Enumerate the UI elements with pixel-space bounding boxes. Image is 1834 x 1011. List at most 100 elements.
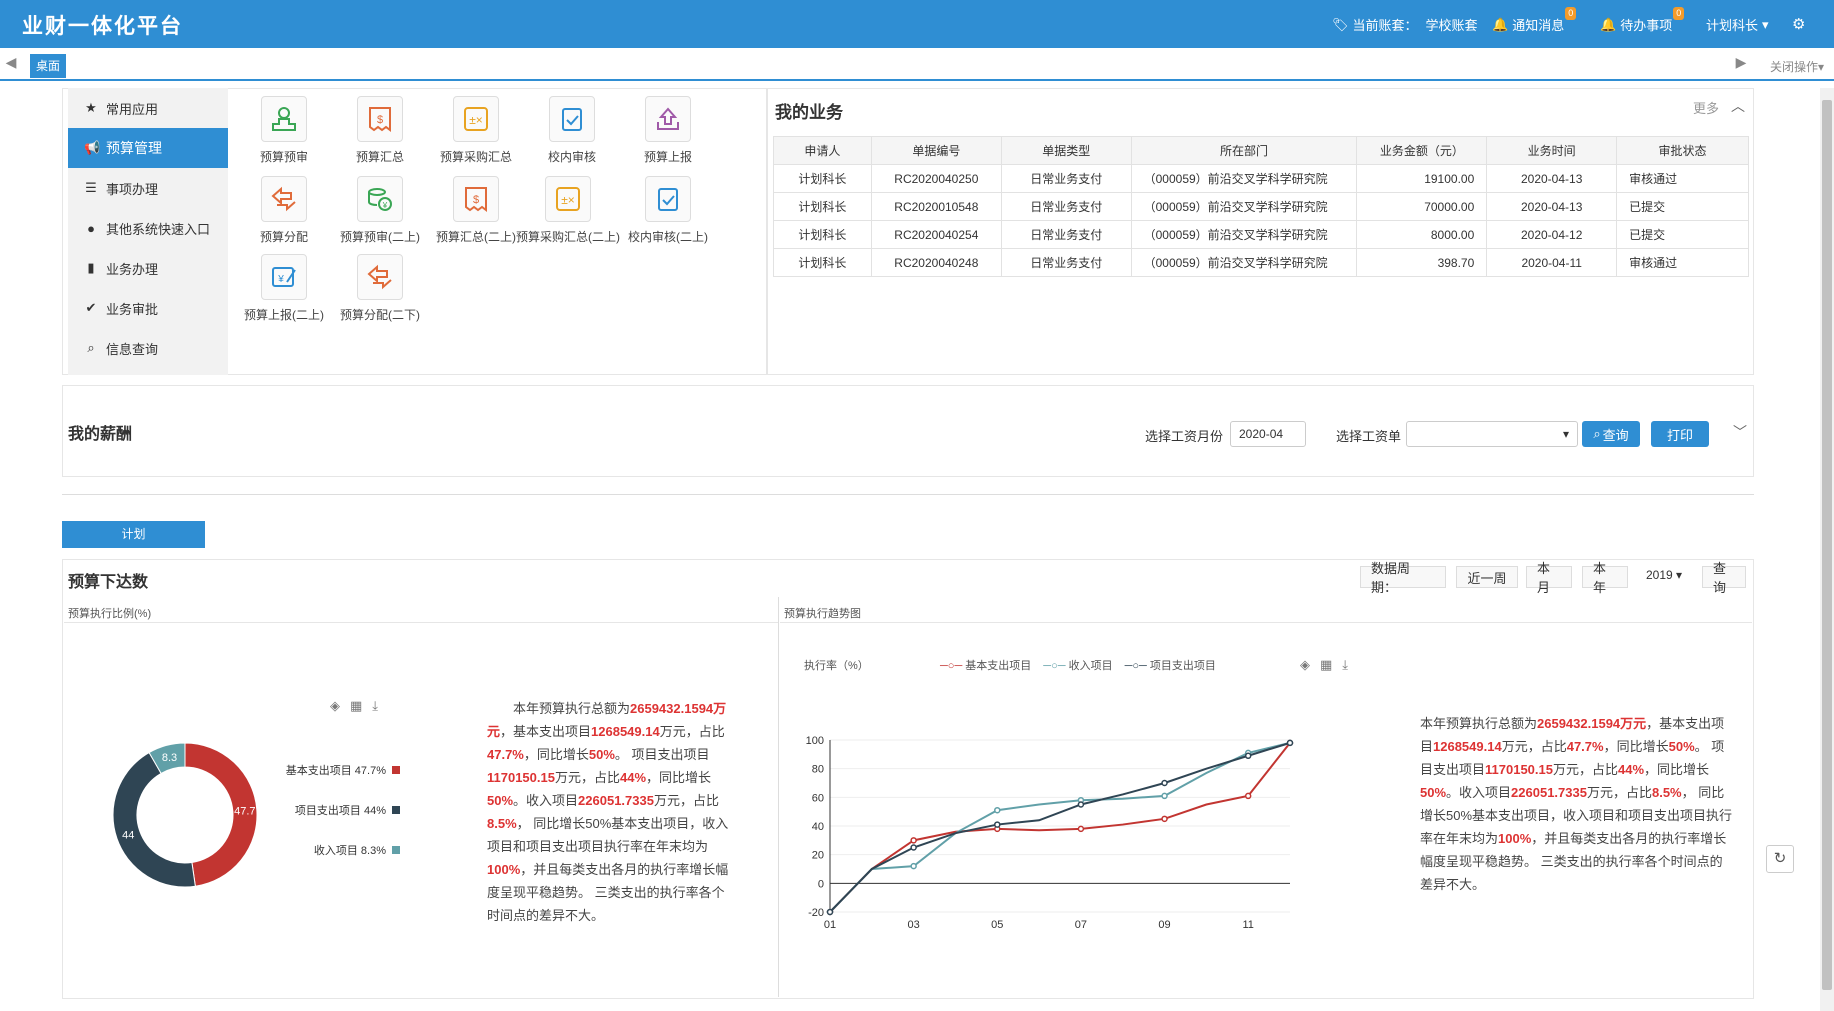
budget-query-button[interactable]: 查询 [1702,561,1746,595]
app-budget-report-2[interactable]: ¥ 预算上报(二上) [236,254,332,323]
close-ops-menu[interactable]: 关闭操作▾ [1770,58,1824,75]
desc-highlight: 8.5% [1651,785,1682,800]
todo-button[interactable]: 🔔 待办事项 0 [1600,7,1685,34]
sidebar-item-budget[interactable]: 📢 预算管理 [68,128,228,168]
x-tick-label: 09 [1158,919,1170,931]
data-point[interactable] [1077,801,1085,808]
y-tick-label: 100 [806,735,824,747]
megaphone-icon: 📢 [84,140,101,155]
current-account[interactable]: 🏷 当前账套： 学校账套 [1332,15,1478,34]
pie-slice-1[interactable] [112,751,196,888]
download-icon[interactable]: ⤓ [372,698,388,713]
notice-button[interactable]: 🔔 通知消息 0 [1492,7,1577,34]
desc-highlight: 47.7% [1566,739,1604,754]
legend-label: 项目支出项目 [1149,660,1216,672]
data-point[interactable] [1161,792,1168,800]
refresh-icon[interactable]: ↻ [1766,845,1794,873]
data-point[interactable] [994,806,1001,814]
scrollbar-thumb[interactable] [1822,100,1832,990]
layers-icon[interactable]: ◈ [330,698,350,713]
caret-down-icon: ▾ [1817,60,1824,74]
chevron-up-icon[interactable]: ︿ [1731,96,1745,116]
table-row[interactable]: 计划科长 RC2020010548 日常业务支付 （000059）前沿交叉学科学研究院… [773,192,1749,221]
app-budget-purchase-summary-2[interactable]: ±× 预算采购汇总(二上) [516,176,620,245]
table-row[interactable]: 计划科长 RC2020040254 日常业务支付 （000059）前沿交叉学科学研究院… [773,220,1749,249]
sidebar-item-approval[interactable]: ✔ 业务审批 [68,288,228,328]
divider [62,494,1754,495]
data-point[interactable] [1077,825,1085,833]
data-point[interactable] [826,908,834,916]
desc-highlight: 47.7% [487,747,524,762]
app-budget-pre-review[interactable]: 预算预审 [236,96,332,165]
tab-desk[interactable]: 桌面 [30,54,67,78]
sidebar-item-matters[interactable]: ☰ 事项办理 [68,168,228,208]
app-budget-report[interactable]: 预算上报 [620,96,716,165]
tab-next-icon[interactable]: ▶ [1732,54,1750,74]
app-budget-allocation[interactable]: 预算分配 [236,176,332,245]
legend-item-project[interactable]: ─○─ 项目支出项目 [1125,657,1216,673]
data-point[interactable] [910,837,917,844]
tab-prev-icon[interactable]: ◀ [2,54,20,74]
clipboard-check-icon [645,176,691,222]
stamp-icon [261,96,307,142]
app-school-review-2[interactable]: 校内审核(二上) [620,176,716,245]
cell-department: （000059）前沿交叉学科学研究院 [1130,248,1358,277]
data-point[interactable] [910,862,917,870]
data-point[interactable] [1161,815,1168,823]
cell-department: （000059）前沿交叉学科学研究院 [1130,164,1358,193]
more-link[interactable]: 更多 [1693,98,1719,117]
tab-plan[interactable]: 计划 [62,521,205,548]
table-row[interactable]: 计划科长 RC2020040248 日常业务支付 （000059）前沿交叉学科学研究院… [773,248,1749,277]
sidebar-item-query[interactable]: ⌕ 信息查询 [68,328,228,368]
sheet-select[interactable]: ▾ [1406,421,1578,447]
app-budget-allocation-2[interactable]: 预算分配(二下) [332,254,428,323]
grid-icon[interactable]: ▦ [350,698,372,713]
legend-item-income[interactable]: ─○─ 收入项目 [1043,657,1112,673]
table-header: 申请人 单据编号 单据类型 所在部门 业务金额（元） 业务时间 审批状态 [773,136,1749,165]
desc-highlight: 226051.7335 [1511,785,1587,800]
app-budget-summary-2[interactable]: $ 预算汇总(二上) [428,176,524,245]
data-point[interactable] [910,844,917,851]
print-button[interactable]: 打印 [1651,421,1709,447]
table-row[interactable]: 计划科长 RC2020040250 日常业务支付 （000059）前沿交叉学科学研究院… [773,164,1749,193]
gear-icon[interactable]: ⚙ [1792,15,1805,33]
pie-legend-income[interactable]: 收入项目 8.3% [240,842,400,858]
salary-query-button[interactable]: ⌕ 查询 [1582,421,1640,447]
app-budget-pre-review-2[interactable]: ¥ 预算预审(二上) [332,176,428,245]
period-week-button[interactable]: 近一周 [1456,566,1518,588]
data-point[interactable] [1161,779,1168,787]
sidebar-item-other-systems[interactable]: ● 其他系统快速入口 [68,208,228,248]
period-month-button[interactable]: 本月 [1526,561,1572,595]
desc-text: 万元，占比 [554,770,620,785]
user-name: 计划科长 [1706,18,1759,33]
layers-icon[interactable]: ◈ [1300,657,1320,672]
data-point[interactable] [994,821,1001,828]
user-menu[interactable]: 计划科长 ▾ [1706,15,1769,34]
sidebar-item-label: 业务办理 [106,261,159,277]
data-point[interactable] [1286,739,1294,747]
pie-legend-project[interactable]: 项目支出项目 44% [240,802,400,818]
year-select[interactable]: 2019 ▾ [1646,568,1682,582]
app-budget-purchase-summary[interactable]: ±× 预算采购汇总 [428,96,524,165]
sidebar-item-business[interactable]: ▮ 业务办理 [68,248,228,288]
app-budget-summary[interactable]: $ 预算汇总 [332,96,428,165]
legend-item-basic[interactable]: ─○─ 基本支出项目 [940,657,1031,673]
desc-text: 。收入项目 [513,793,579,808]
app-school-review[interactable]: 校内审核 [524,96,620,165]
chevron-down-icon[interactable]: ﹀ [1733,422,1747,442]
data-point[interactable] [1244,792,1252,800]
x-tick-label: 01 [824,919,836,931]
cell-doc-type: 日常业务支付 [1000,164,1132,193]
legend-label: 基本支出项目 [965,660,1032,672]
sheet-label: 选择工资单 [1336,429,1402,444]
data-point[interactable] [1244,752,1252,760]
sidebar-item-common-apps[interactable]: ★ 常用应用 [68,88,228,128]
y-tick-label: 60 [812,792,824,804]
coins-icon: ¥ [357,176,403,222]
download-icon[interactable]: ⤓ [1342,657,1358,672]
grid-icon[interactable]: ▦ [1320,657,1342,672]
calculator-icon: ±× [453,96,499,142]
month-input[interactable]: 2020-04 [1230,421,1306,447]
period-year-button[interactable]: 本年 [1582,561,1628,595]
pie-legend-basic[interactable]: 基本支出项目 47.7% [240,762,400,778]
